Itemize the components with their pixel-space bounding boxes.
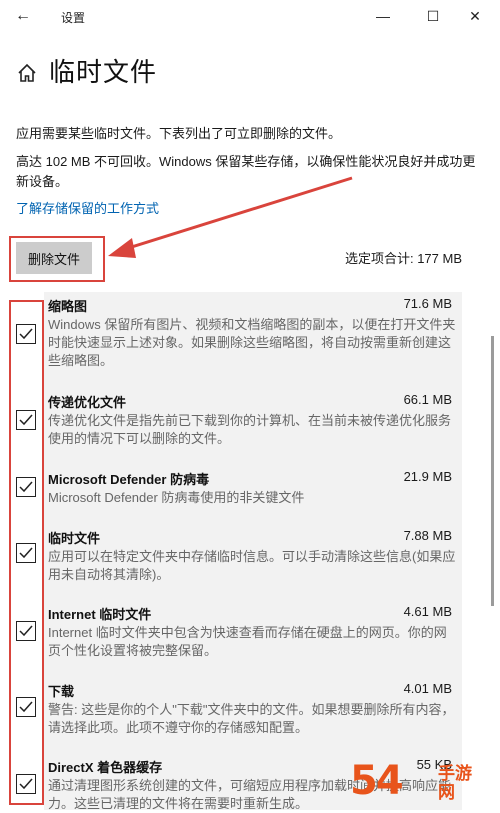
checkmark-icon [19,778,33,790]
checkmark-icon [19,414,33,426]
checkmark-icon [19,481,33,493]
learn-storage-reserve-link[interactable]: 了解存储保留的工作方式 [16,198,159,217]
selected-total: 选定项合计: 177 MB [344,251,462,266]
checkmark-icon [19,328,33,340]
item-name: Microsoft Defender 防病毒 [48,472,210,487]
checkmark-icon [19,625,33,637]
delete-files-button[interactable]: 删除文件 [16,242,92,274]
description-line-2: 高达 102 MB 不可回收。Windows 保留某些存储，以确保性能状况良好并… [16,154,476,189]
item-description: 应用可以在特定文件夹中存储临时信息。可以手动清除这些信息(如果应用未自动将其清除… [48,549,456,582]
page-title: 临时文件 [49,57,158,87]
watermark-number: 54 [350,758,404,804]
checkbox[interactable] [16,543,36,563]
item-size: 4.01 MB [403,681,452,696]
item-name: DirectX 着色器缓存 [48,760,163,775]
site-watermark-logo: 54 手游 网 [350,758,496,806]
item-size: 7.88 MB [403,528,452,543]
item-size: 21.9 MB [403,469,452,484]
item-description: Internet 临时文件夹中包含为快速查看而存储在硬盘上的网页。你的网页个性化… [48,625,447,658]
item-size: 66.1 MB [403,392,452,407]
item-description: Windows 保留所有图片、视频和文档缩略图的副本，以便在打开文件夹时能快速显… [48,317,456,368]
item-name: 临时文件 [48,531,101,546]
minimize-button[interactable]: — [368,4,398,28]
checkmark-icon [19,701,33,713]
checkbox[interactable] [16,410,36,430]
title-bar: ← 设置 — ☐ ✕ [0,0,500,32]
checkbox[interactable] [16,477,36,497]
watermark-text-line-1: 手游 [438,764,472,783]
item-description: Microsoft Defender 防病毒使用的非关键文件 [48,490,305,505]
item-description: 传递优化文件是指先前已下载到你的计算机、在当前未被传递优化服务使用的情况下可以删… [48,413,452,446]
maximize-button[interactable]: ☐ [418,4,448,28]
item-name: 传递优化文件 [48,395,127,410]
item-description: 警告: 这些是你的个人"下载"文件夹中的文件。如果想要删除所有内容，请选择此项。… [48,702,455,735]
window-title: 设置 [61,11,86,25]
item-name: Internet 临时文件 [48,607,152,622]
checkmark-icon [19,547,33,559]
checkbox[interactable] [16,621,36,641]
watermark-text-line-2: 网 [438,783,455,802]
item-name: 下载 [48,684,75,699]
checkbox[interactable] [16,324,36,344]
description-line-1: 应用需要某些临时文件。下表列出了可立即删除的文件。 [16,126,342,141]
close-button[interactable]: ✕ [460,4,490,28]
checkbox[interactable] [16,697,36,717]
checkbox[interactable] [16,774,36,794]
item-size: 4.61 MB [403,604,452,619]
watermark-text: 手游 网 [438,764,472,802]
home-icon[interactable] [16,62,38,84]
item-size: 71.6 MB [403,296,452,311]
back-arrow-icon[interactable]: ← [12,6,34,26]
scrollbar[interactable] [491,336,494,606]
item-name: 缩略图 [48,299,88,314]
